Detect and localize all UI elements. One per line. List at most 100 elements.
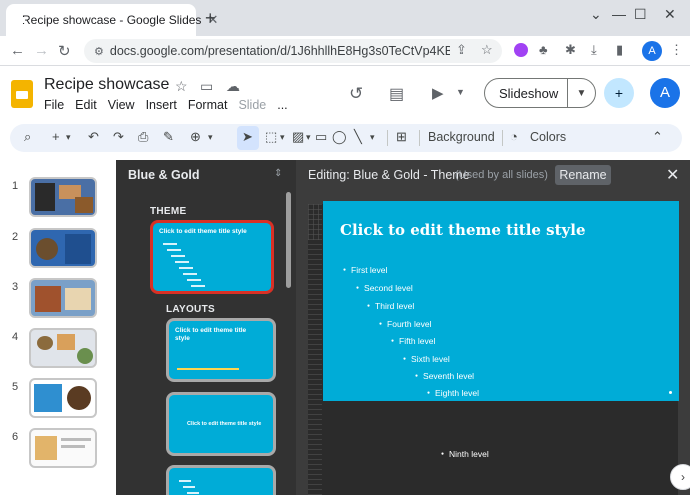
browser-menu-icon[interactable]: ⋮ <box>670 42 683 58</box>
site-info-icon[interactable]: ⚙ <box>94 45 104 58</box>
image-icon[interactable]: ▨ <box>292 129 304 145</box>
add-comment-icon[interactable]: ⊞ <box>396 129 407 145</box>
palette-icon[interactable]: ◔ <box>510 129 518 144</box>
comments-icon[interactable]: ▤ <box>389 84 404 104</box>
browser-titlebar: Recipe showcase - Google Slides ✕ + ⌄ — … <box>0 0 690 36</box>
level-5-text[interactable]: Fifth level <box>391 336 435 346</box>
print-icon[interactable]: ⎙ <box>138 129 148 145</box>
slides-header: Recipe showcase ☆ ▭ ☁ File Edit View Ins… <box>0 66 690 120</box>
slide-number: 2 <box>12 231 19 243</box>
menu-format[interactable]: Format <box>188 98 228 112</box>
puzzle-extensions-icon[interactable]: ✱ <box>565 42 576 58</box>
layout-thumbnail-section[interactable]: Click to edit theme title style <box>166 392 276 456</box>
new-slide-icon[interactable]: + <box>52 129 60 144</box>
extension-icon[interactable]: ♣ <box>539 42 548 57</box>
select-pointer-icon[interactable]: ➤ <box>242 129 253 145</box>
slide-thumbnail-6[interactable] <box>29 428 97 468</box>
toolbar-divider <box>502 130 503 146</box>
meet-caret-icon[interactable]: ▼ <box>456 87 465 97</box>
theme-master-thumbnail[interactable]: Click to edit theme title style <box>150 220 274 294</box>
menu-view[interactable]: View <box>108 98 135 112</box>
level-9-text[interactable]: Ninth level <box>441 449 489 459</box>
menu-insert[interactable]: Insert <box>146 98 177 112</box>
slide-number: 3 <box>12 281 19 293</box>
used-by-label: (Used by all slides) <box>455 169 548 181</box>
window-close-icon[interactable]: ✕ <box>664 6 676 23</box>
minimize-icon[interactable]: — <box>612 6 626 22</box>
resize-handle[interactable] <box>669 391 672 394</box>
vertical-ruler <box>308 204 322 495</box>
close-icon[interactable]: ✕ <box>666 165 679 185</box>
reload-icon[interactable]: ↻ <box>58 42 71 60</box>
menu-edit[interactable]: Edit <box>75 98 97 112</box>
slide-thumbnail-2[interactable] <box>29 228 97 268</box>
level-2-text[interactable]: Second level <box>356 283 413 293</box>
account-avatar[interactable]: A <box>650 78 680 108</box>
new-tab-icon[interactable]: + <box>205 8 216 29</box>
search-menus-icon[interactable]: ⌕ <box>24 129 31 145</box>
extension-purple-icon[interactable] <box>514 43 528 57</box>
back-icon[interactable]: ← <box>10 42 25 59</box>
master-slide[interactable]: Click to edit theme title style First le… <box>323 201 679 401</box>
forward-icon[interactable]: → <box>34 42 49 59</box>
level-4-text[interactable]: Fourth level <box>379 319 431 329</box>
maximize-icon[interactable]: ☐ <box>634 6 647 23</box>
slideshow-button[interactable]: Slideshow ▼ <box>484 78 596 108</box>
tab-search-icon[interactable]: ⌄ <box>590 6 602 23</box>
menu-slide[interactable]: Slide <box>238 98 266 112</box>
frame-caret-icon[interactable]: ▾ <box>280 132 285 143</box>
slide-thumbnail-5[interactable] <box>29 378 97 418</box>
slides-logo-icon[interactable] <box>11 80 33 108</box>
menu-file[interactable]: File <box>44 98 64 112</box>
slide-thumbnail-4[interactable] <box>29 328 97 368</box>
redo-icon[interactable]: ↷ <box>113 129 124 145</box>
text-box-icon[interactable]: ▭ <box>315 129 327 145</box>
move-folder-icon[interactable]: ▭ <box>200 78 213 95</box>
menu-more[interactable]: ... <box>277 98 287 112</box>
share-add-person-icon[interactable]: + <box>604 78 634 108</box>
level-8-text[interactable]: Eighth level <box>427 388 479 398</box>
slide-title-placeholder[interactable]: Click to edit theme title style <box>340 221 586 239</box>
version-history-icon[interactable]: ↺ <box>349 84 363 104</box>
level-1-text[interactable]: First level <box>343 265 387 275</box>
share-page-icon[interactable]: ⇪ <box>456 42 467 58</box>
layout-thumbnail-content[interactable] <box>166 465 276 495</box>
star-icon[interactable]: ☆ <box>175 78 188 95</box>
colors-button[interactable]: Colors <box>530 130 566 144</box>
slide-thumbnail-1[interactable] <box>29 177 97 217</box>
paint-format-icon[interactable]: ✎ <box>163 129 174 145</box>
theme-switcher-icon[interactable]: ⇕ <box>274 168 282 179</box>
tab-title: Recipe showcase - Google Slides <box>22 13 202 27</box>
slide-thumbnail-3[interactable] <box>29 278 97 318</box>
layout-thumbnail-title[interactable]: Click to edit theme title style <box>166 318 276 382</box>
zoom-caret-icon[interactable]: ▾ <box>208 132 213 143</box>
browser-profile-avatar[interactable]: A <box>642 41 662 61</box>
download-icon[interactable]: ⤓ <box>591 42 597 58</box>
image-caret-icon[interactable]: ▾ <box>306 132 311 143</box>
meet-camera-icon[interactable]: ▶ <box>432 84 444 102</box>
thumb-bullet-line <box>183 486 195 488</box>
expand-side-panel-icon[interactable]: › <box>670 464 690 490</box>
undo-icon[interactable]: ↶ <box>88 129 99 145</box>
thumb-bullet-line <box>187 492 199 494</box>
shape-icon[interactable]: ◯ <box>332 129 347 145</box>
collapse-toolbar-icon[interactable]: ⌃ <box>652 129 663 145</box>
url-input[interactable]: ⚙ docs.google.com/presentation/d/1J6hhll… <box>84 39 502 63</box>
rename-button[interactable]: Rename <box>555 165 611 185</box>
chevron-down-icon[interactable]: ▼ <box>568 88 595 99</box>
bookmark-star-icon[interactable]: ☆ <box>481 42 493 58</box>
frame-icon[interactable]: ⬚ <box>265 129 277 145</box>
level-7-text[interactable]: Seventh level <box>415 371 474 381</box>
zoom-icon[interactable]: ⊕ <box>190 129 201 145</box>
level-6-text[interactable]: Sixth level <box>403 354 450 364</box>
line-caret-icon[interactable]: ▾ <box>370 132 375 143</box>
theme-panel-scrollbar[interactable] <box>286 192 291 288</box>
browser-tab[interactable]: Recipe showcase - Google Slides ✕ <box>6 4 218 36</box>
document-title[interactable]: Recipe showcase <box>44 76 169 94</box>
thumb-bullet-line <box>179 480 191 482</box>
background-button[interactable]: Background <box>428 130 495 144</box>
line-icon[interactable]: ╲ <box>354 129 362 145</box>
side-panel-icon[interactable]: ▮ <box>616 42 623 58</box>
new-slide-caret-icon[interactable]: ▾ <box>66 132 71 143</box>
level-3-text[interactable]: Third level <box>367 301 414 311</box>
